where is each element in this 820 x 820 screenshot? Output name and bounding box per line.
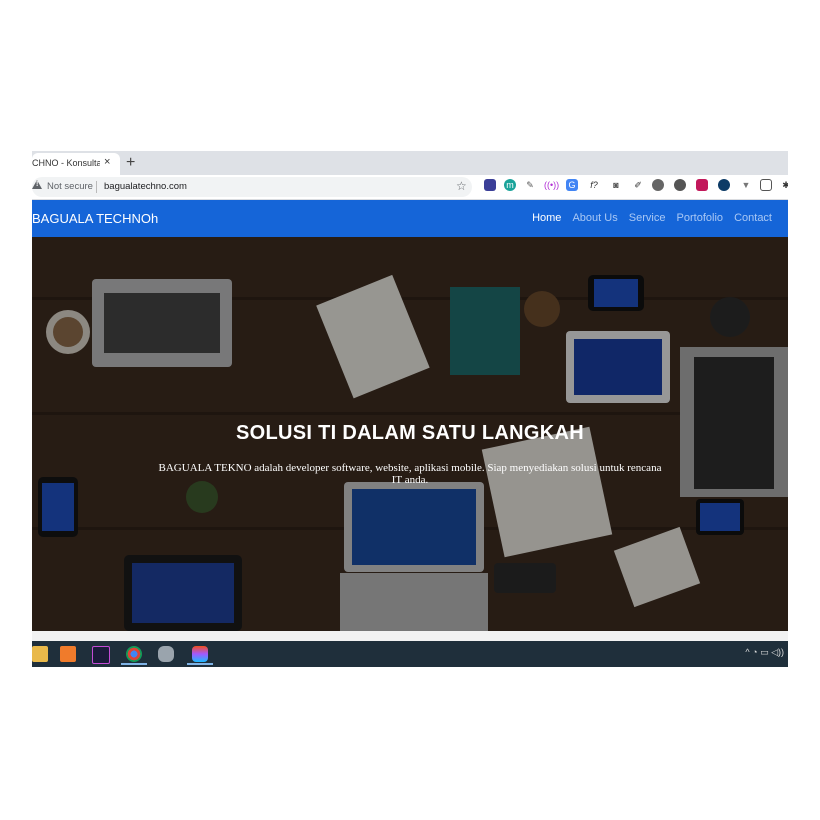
divider xyxy=(96,181,97,193)
picker-icon[interactable]: ✐ xyxy=(632,179,644,191)
nav-portofolio[interactable]: Portofolio xyxy=(677,212,723,224)
intellij-icon[interactable] xyxy=(92,646,110,664)
windows-taskbar: ^ ◔ ▭ ◁)) xyxy=(32,641,788,667)
browser-toolbar: Not secure bagualatechno.com ☆ m ✎ ((•))… xyxy=(32,175,788,200)
hero-section: SOLUSI TI DALAM SATU LANGKAH BAGUALA TEK… xyxy=(32,237,788,631)
vue-icon[interactable]: ▼ xyxy=(740,179,752,191)
address-bar[interactable]: Not secure bagualatechno.com ☆ xyxy=(32,177,472,197)
camera-icon[interactable]: ◙ xyxy=(610,179,622,191)
pin-icon[interactable]: ✱ xyxy=(780,179,788,191)
hero-subtitle: BAGUALA TEKNO adalah developer software,… xyxy=(158,462,662,486)
database-icon[interactable] xyxy=(158,646,174,662)
site-navbar: BAGUALA TECHNOh Home About Us Service Po… xyxy=(32,200,788,237)
system-tray[interactable]: ^ ◔ ▭ ◁)) xyxy=(745,647,784,658)
security-label[interactable]: Not secure xyxy=(47,181,93,192)
nav-about-us[interactable]: About Us xyxy=(572,212,617,224)
site-brand[interactable]: BAGUALA TECHNOh xyxy=(32,211,158,226)
nav-home[interactable]: Home xyxy=(532,212,561,224)
file-explorer-icon[interactable] xyxy=(32,646,48,662)
page-bottom-strip xyxy=(32,631,788,641)
nav-contact[interactable]: Contact xyxy=(734,212,772,224)
record-icon[interactable] xyxy=(696,179,708,191)
square-icon[interactable] xyxy=(760,179,772,191)
puzzle-icon[interactable] xyxy=(484,179,496,191)
xampp-icon[interactable] xyxy=(60,646,76,662)
bookmark-star-icon[interactable]: ☆ xyxy=(456,179,467,193)
figma-icon[interactable] xyxy=(192,646,208,662)
wifi-icon[interactable]: ((•)) xyxy=(544,179,559,191)
hero-title: SOLUSI TI DALAM SATU LANGKAH xyxy=(235,422,584,444)
browser-tab[interactable]: CHNO - Konsultan × xyxy=(32,153,120,175)
tab-close-icon[interactable]: × xyxy=(104,156,110,168)
url-text[interactable]: bagualatechno.com xyxy=(104,181,187,192)
screenshot-frame: CHNO - Konsultan × + Not secure bagualat… xyxy=(32,151,788,667)
tab-title: CHNO - Konsultan xyxy=(32,158,100,168)
nav-service[interactable]: Service xyxy=(629,212,666,224)
clock-icon[interactable] xyxy=(718,179,730,191)
new-tab-button[interactable]: + xyxy=(126,153,135,173)
eyedropper-icon[interactable]: ✎ xyxy=(524,179,536,191)
warning-icon[interactable] xyxy=(32,180,42,189)
chrome-active-indicator xyxy=(121,663,147,665)
translate-icon[interactable]: G xyxy=(566,179,578,191)
tab-strip: CHNO - Konsultan × + xyxy=(32,151,788,175)
tomato-icon[interactable] xyxy=(674,179,686,191)
chrome-icon[interactable] xyxy=(126,646,142,662)
figma-active-indicator xyxy=(187,663,213,665)
m-icon[interactable]: m xyxy=(504,179,516,191)
nav-links: Home About Us Service Portofolio Contact xyxy=(524,212,772,224)
globe-icon[interactable] xyxy=(652,179,664,191)
formula-icon[interactable]: f? xyxy=(588,179,600,191)
